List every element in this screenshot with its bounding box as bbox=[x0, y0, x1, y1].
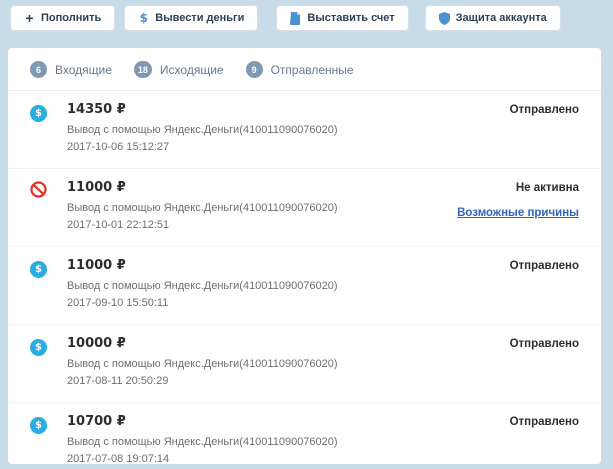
withdraw-label: Вывести деньги bbox=[155, 12, 244, 24]
transaction-description: Вывод с помощью Яндекс.Деньги(4100110900… bbox=[67, 278, 510, 295]
transaction-amount: 10000 ₽ bbox=[67, 336, 510, 351]
transaction-main: 10000 ₽ Вывод с помощью Яндекс.Деньги(41… bbox=[67, 336, 510, 390]
transaction-amount: 11000 ₽ bbox=[67, 258, 510, 273]
transactions-card: 6 Входящие 18 Исходящие 9 Отправленные $… bbox=[8, 48, 601, 464]
transaction-timestamp: 2017-08-11 20:50:29 bbox=[67, 373, 510, 390]
transaction-icon-col: $ bbox=[30, 336, 67, 356]
tab-outgoing[interactable]: 18 Исходящие bbox=[134, 61, 224, 78]
tab-sent[interactable]: 9 Отправленные bbox=[246, 61, 354, 78]
account-protection-label: Защита аккаунта bbox=[456, 12, 547, 24]
transaction-main: 11000 ₽ Вывод с помощью Яндекс.Деньги(41… bbox=[67, 258, 510, 312]
account-protection-button[interactable]: Защита аккаунта bbox=[425, 5, 561, 31]
transaction-right-col: Отправлено bbox=[510, 336, 579, 350]
transaction-right-col: Отправлено bbox=[510, 414, 579, 428]
transaction-row: $ 10000 ₽ Вывод с помощью Яндекс.Деньги(… bbox=[8, 325, 601, 403]
transaction-status: Отправлено bbox=[510, 338, 579, 350]
shield-icon bbox=[439, 12, 450, 24]
invoice-button[interactable]: Выставить счет bbox=[276, 5, 408, 31]
invoice-label: Выставить счет bbox=[307, 12, 394, 24]
transaction-timestamp: 2017-09-10 15:50:11 bbox=[67, 295, 510, 312]
transaction-description: Вывод с помощью Яндекс.Деньги(4100110900… bbox=[67, 122, 510, 139]
top-up-button[interactable]: + Пополнить bbox=[10, 5, 115, 31]
tab-sent-label: Отправленные bbox=[271, 63, 354, 77]
transaction-amount: 14350 ₽ bbox=[67, 102, 510, 117]
transaction-row: 11000 ₽ Вывод с помощью Яндекс.Деньги(41… bbox=[8, 169, 601, 247]
blocked-icon bbox=[30, 181, 47, 198]
transaction-icon-col bbox=[30, 180, 67, 203]
transaction-icon-col: $ bbox=[30, 414, 67, 434]
transaction-amount: 11000 ₽ bbox=[67, 180, 457, 195]
transaction-status: Отправлено bbox=[510, 260, 579, 272]
transaction-icon-col: $ bbox=[30, 258, 67, 278]
dollar-icon: $ bbox=[138, 12, 149, 24]
tab-outgoing-label: Исходящие bbox=[160, 63, 224, 77]
transaction-description: Вывод с помощью Яндекс.Деньги(4100110900… bbox=[67, 356, 510, 373]
transaction-list: $ 14350 ₽ Вывод с помощью Яндекс.Деньги(… bbox=[8, 91, 601, 464]
transaction-main: 11000 ₽ Вывод с помощью Яндекс.Деньги(41… bbox=[67, 180, 457, 234]
incoming-count-badge: 6 bbox=[30, 61, 47, 78]
dollar-circle-icon: $ bbox=[30, 105, 47, 122]
tabs-bar: 6 Входящие 18 Исходящие 9 Отправленные bbox=[8, 48, 601, 91]
transaction-status: Отправлено bbox=[510, 104, 579, 116]
dollar-circle-icon: $ bbox=[30, 417, 47, 434]
invoice-icon bbox=[290, 12, 301, 24]
transaction-status: Отправлено bbox=[510, 416, 579, 428]
possible-reasons-link[interactable]: Возможные причины bbox=[457, 207, 579, 219]
plus-icon: + bbox=[24, 12, 35, 24]
transaction-main: 10700 ₽ Вывод с помощью Яндекс.Деньги(41… bbox=[67, 414, 510, 464]
transaction-icon-col: $ bbox=[30, 102, 67, 122]
dollar-circle-icon: $ bbox=[30, 339, 47, 356]
transaction-row: $ 10700 ₽ Вывод с помощью Яндекс.Деньги(… bbox=[8, 403, 601, 464]
transaction-main: 14350 ₽ Вывод с помощью Яндекс.Деньги(41… bbox=[67, 102, 510, 156]
withdraw-button[interactable]: $ Вывести деньги bbox=[124, 5, 258, 31]
transaction-description: Вывод с помощью Яндекс.Деньги(4100110900… bbox=[67, 434, 510, 451]
tab-incoming-label: Входящие bbox=[55, 63, 112, 77]
transaction-right-col: Отправлено bbox=[510, 102, 579, 116]
transaction-amount: 10700 ₽ bbox=[67, 414, 510, 429]
transaction-right-col: Отправлено bbox=[510, 258, 579, 272]
transaction-right-col: Не активна Возможные причины bbox=[457, 180, 579, 221]
tab-incoming[interactable]: 6 Входящие bbox=[30, 61, 112, 78]
transaction-row: $ 11000 ₽ Вывод с помощью Яндекс.Деньги(… bbox=[8, 247, 601, 325]
transaction-timestamp: 2017-07-08 19:07:14 bbox=[67, 451, 510, 464]
dollar-circle-icon: $ bbox=[30, 261, 47, 278]
sent-count-badge: 9 bbox=[246, 61, 263, 78]
outgoing-count-badge: 18 bbox=[134, 61, 152, 78]
transaction-timestamp: 2017-10-01 22:12:51 bbox=[67, 217, 457, 234]
transaction-description: Вывод с помощью Яндекс.Деньги(4100110900… bbox=[67, 200, 457, 217]
toolbar: + Пополнить $ Вывести деньги Выставить с… bbox=[10, 5, 570, 31]
transaction-timestamp: 2017-10-06 15:12:27 bbox=[67, 139, 510, 156]
transaction-status: Не активна bbox=[457, 182, 579, 194]
transaction-row: $ 14350 ₽ Вывод с помощью Яндекс.Деньги(… bbox=[8, 91, 601, 169]
top-up-label: Пополнить bbox=[41, 12, 101, 24]
